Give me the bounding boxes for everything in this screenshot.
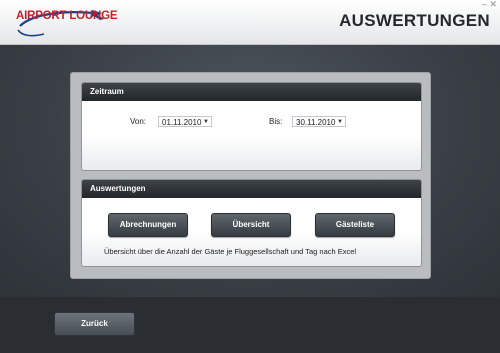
uebersicht-button[interactable]: Übersicht xyxy=(211,213,291,237)
abrechnungen-button[interactable]: Abrechnungen xyxy=(108,213,188,237)
auswertungen-panel: Auswertungen Abrechnungen Übersicht Gäst… xyxy=(81,179,422,267)
close-button[interactable]: ✕ xyxy=(489,0,497,9)
chevron-down-icon: ▼ xyxy=(203,119,209,125)
page-title: AUSWERTUNGEN xyxy=(339,11,490,30)
to-date-select[interactable]: 30.11.2010 ▼ xyxy=(292,116,346,127)
from-date-select[interactable]: 01.11.2010 ▼ xyxy=(158,116,212,127)
zeitraum-panel: Zeitraum Von: 01.11.2010 ▼ Bis: 30.11.20… xyxy=(81,82,422,171)
from-label: Von: xyxy=(130,117,147,126)
to-label: Bis: xyxy=(269,117,283,126)
back-button[interactable]: Zurück xyxy=(54,312,135,336)
gaesteliste-button[interactable]: Gästeliste xyxy=(315,213,395,237)
logo-text: AIRPORT LOUNGE xyxy=(16,10,118,22)
report-description: Übersicht über die Anzahl der Gäste je F… xyxy=(104,247,357,256)
auswertungen-heading: Auswertungen xyxy=(82,180,421,198)
header-bar: AIRPORT LOUNGE AUSWERTUNGEN – ✕ xyxy=(0,0,500,45)
from-date-value: 01.11.2010 xyxy=(162,118,202,127)
to-date-value: 30.11.2010 xyxy=(296,118,336,127)
chevron-down-icon: ▼ xyxy=(337,119,343,125)
zeitraum-heading: Zeitraum xyxy=(82,83,421,101)
minimize-button[interactable]: – xyxy=(482,0,487,9)
main-frame: Zeitraum Von: 01.11.2010 ▼ Bis: 30.11.20… xyxy=(70,72,431,279)
